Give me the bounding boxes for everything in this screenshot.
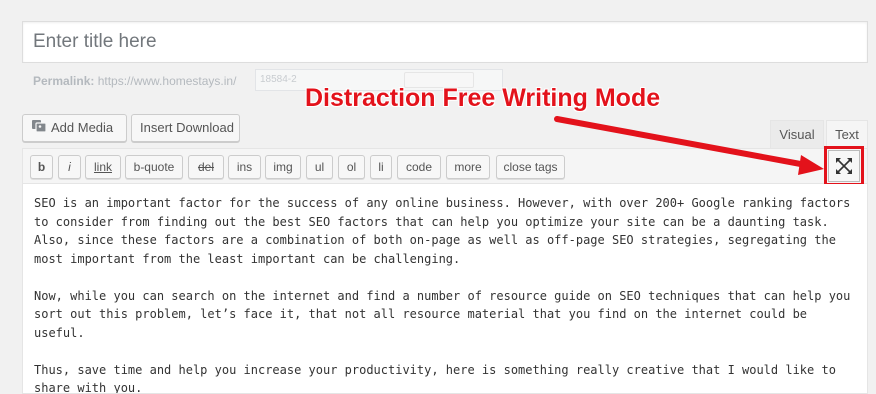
tab-visual[interactable]: Visual <box>770 120 824 148</box>
quicktag-more-button[interactable]: more <box>446 155 490 179</box>
quicktag-ins-button[interactable]: ins <box>228 155 261 179</box>
quicktag-ul-button[interactable]: ul <box>306 155 333 179</box>
annotation-callout: Distraction Free Writing Mode <box>305 84 660 113</box>
quicktags-toolbar: b i link b-quote del ins img ul ol li co… <box>22 148 868 184</box>
quicktag-link-button[interactable]: link <box>85 155 121 179</box>
content-paragraph: SEO is an important factor for the succe… <box>34 194 856 268</box>
quicktag-ol-button[interactable]: ol <box>338 155 365 179</box>
permalink-url[interactable]: https://www.homestays.in/ <box>98 74 237 88</box>
media-icon <box>31 116 47 142</box>
quicktag-code-button[interactable]: code <box>397 155 441 179</box>
annotation-highlight-box <box>824 146 864 186</box>
quicktag-del-button[interactable]: del <box>188 155 224 179</box>
quicktag-close-tags-button[interactable]: close tags <box>496 155 565 179</box>
insert-download-button[interactable]: Insert Download <box>131 114 240 142</box>
quicktag-i-button[interactable]: i <box>58 155 81 179</box>
quicktag-li-button[interactable]: li <box>370 155 392 179</box>
post-content-textarea[interactable]: SEO is an important factor for the succe… <box>22 184 868 394</box>
quicktag-bquote-button[interactable]: b-quote <box>125 155 183 179</box>
permalink-row: Permalink: https://www.homestays.in/ <box>33 71 236 91</box>
permalink-label: Permalink: <box>33 74 94 88</box>
quicktag-img-button[interactable]: img <box>265 155 301 179</box>
quicktag-b-button[interactable]: b <box>30 155 53 179</box>
add-media-button[interactable]: Add Media <box>22 114 127 142</box>
add-media-label: Add Media <box>51 120 113 135</box>
post-title-input[interactable]: Enter title here <box>22 21 868 63</box>
content-paragraph: Thus, save time and help you increase yo… <box>34 361 856 394</box>
tab-text[interactable]: Text <box>826 120 868 148</box>
content-paragraph: Now, while you can search on the interne… <box>34 287 856 343</box>
